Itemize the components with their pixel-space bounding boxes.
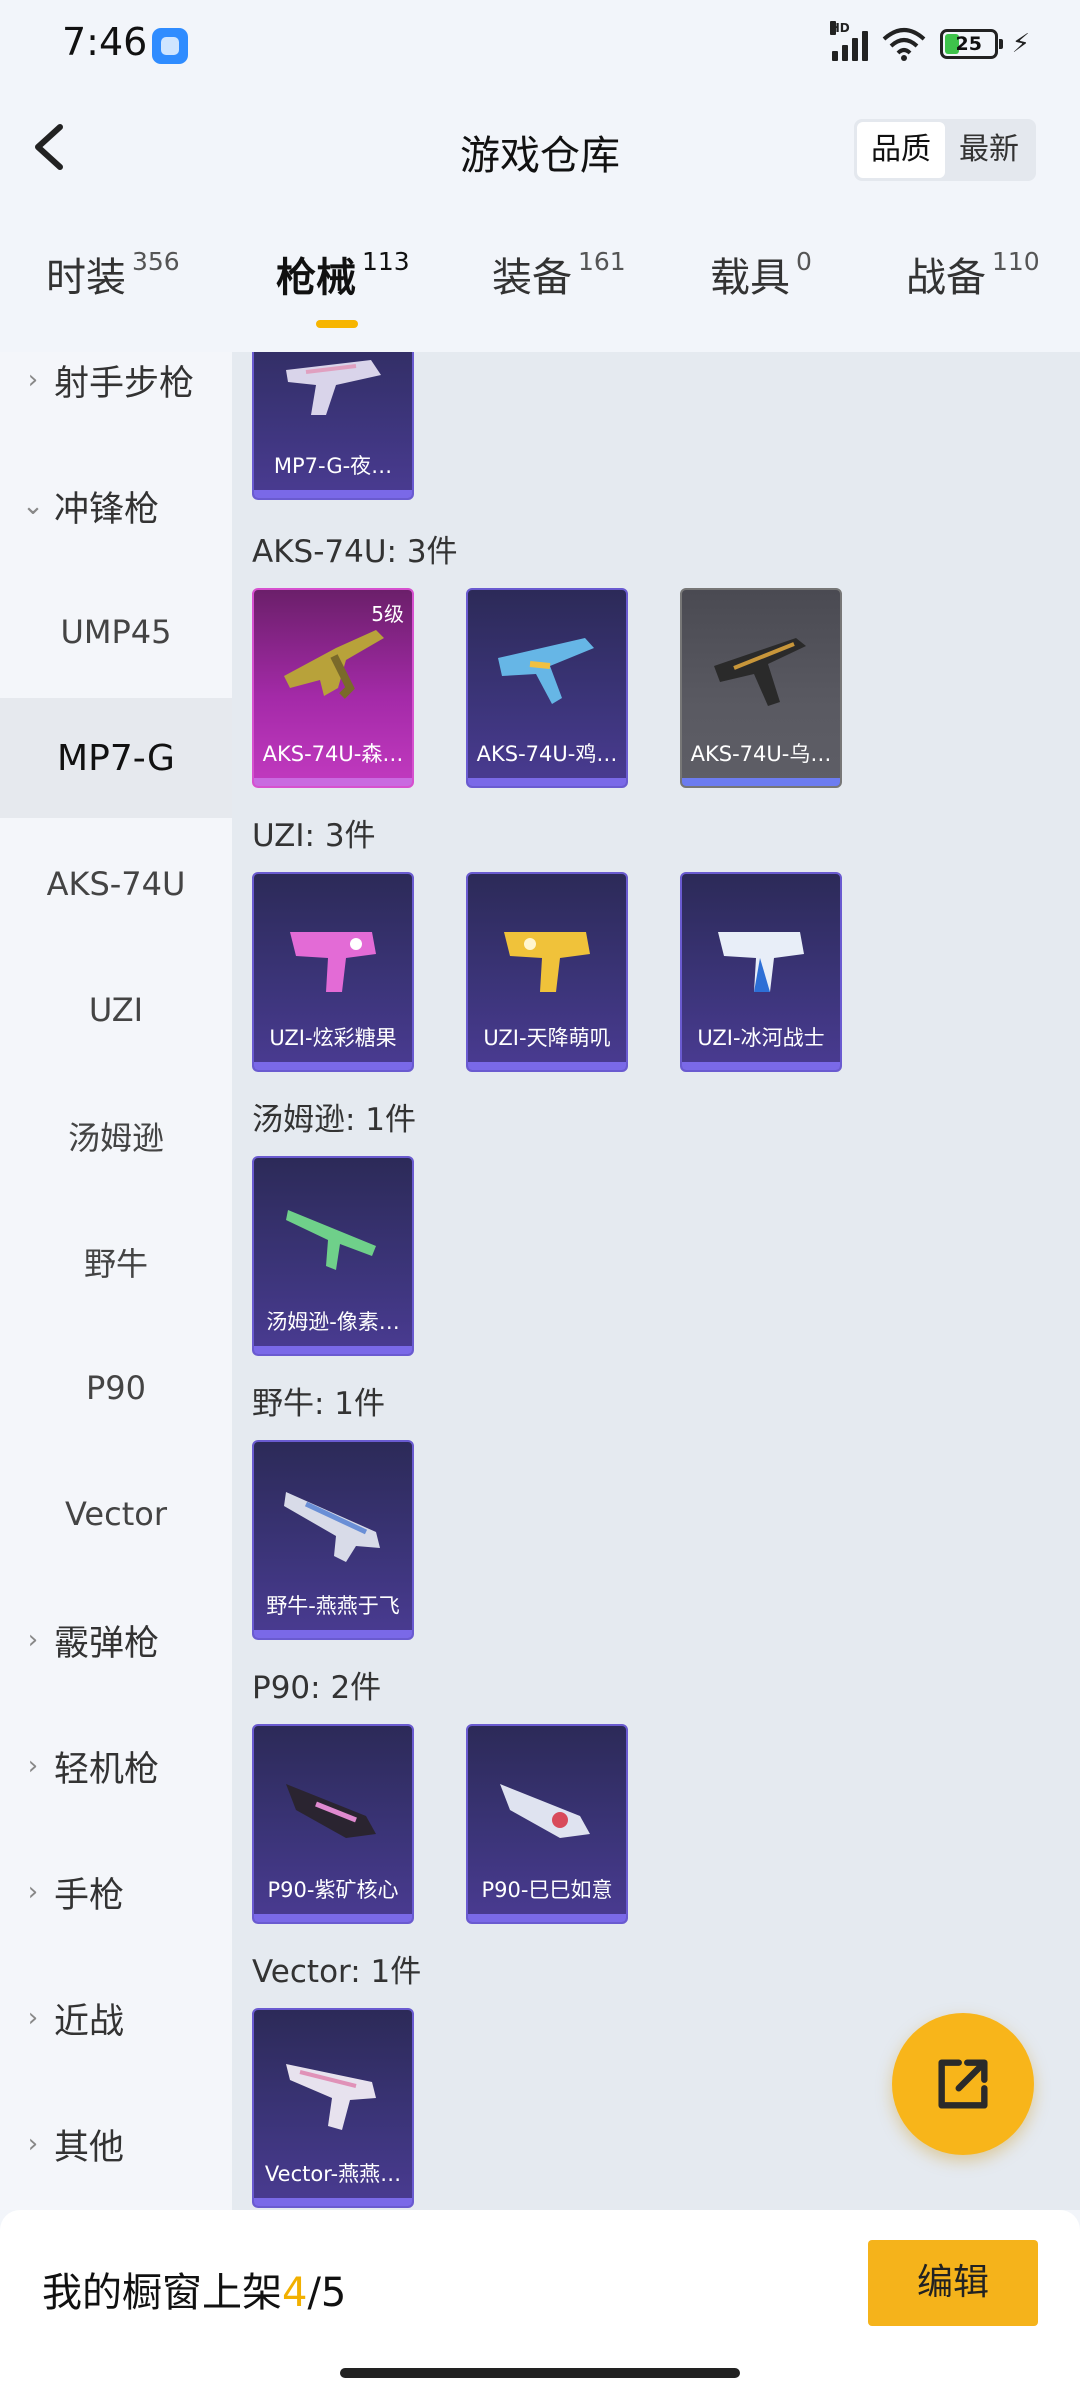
tab-vehicles[interactable]: 载具 0 (710, 245, 812, 335)
sidebar-item-aks74u[interactable]: AKS-74U (0, 824, 232, 944)
sidebar: › 射手步枪 ⌄ 冲锋枪 UMP45 MP7-G AKS-74U UZI 汤姆逊 野… (0, 352, 232, 2210)
item-card[interactable]: P90-巳巳如意 (466, 1724, 628, 1924)
item-card[interactable]: Vector-燕燕… (252, 2008, 414, 2208)
item-name: 汤姆逊-像素… (266, 1310, 400, 1334)
chevron-right-icon: › (27, 1877, 39, 1907)
item-name: 野牛-燕燕于飞 (266, 1594, 400, 1618)
item-name: Vector-燕燕… (264, 2162, 402, 2186)
sort-toggle: 品质 最新 (854, 119, 1036, 181)
group-title: Vector: 1件 (252, 1954, 422, 1990)
item-card[interactable]: 汤姆逊-像素… (252, 1156, 414, 1356)
gun-skin-icon (500, 1784, 590, 1838)
sidebar-item-p90[interactable]: P90 (0, 1328, 232, 1448)
showcase-bar: 我的橱窗上架 4 /5 编辑 (0, 2210, 1080, 2400)
tab-outfits[interactable]: 时装 356 (46, 245, 180, 335)
edit-button[interactable]: 编辑 (868, 2240, 1038, 2326)
group-title: 野牛: 1件 (252, 1386, 386, 1422)
gun-skin-icon (498, 638, 594, 704)
group-title: 汤姆逊: 1件 (252, 1102, 417, 1138)
category-tabs: 时装 356 枪械 113 装备 161 载具 0 战备 110 (0, 245, 1080, 335)
sidebar-item-uzi[interactable]: UZI (0, 950, 232, 1070)
item-card[interactable]: AKS-74U-鸡… (466, 588, 628, 788)
battery-level: 25 (955, 33, 982, 55)
sidebar-item-pistols[interactable]: › 手枪 (0, 1832, 232, 1952)
item-name: MP7-G-夜… (273, 454, 393, 478)
item-card[interactable]: 野牛-燕燕于飞 (252, 1440, 414, 1640)
chevron-right-icon: › (27, 365, 39, 395)
sidebar-item-marksman-rifles[interactable]: › 射手步枪 (0, 352, 232, 440)
item-name: UZI-天降萌叽 (483, 1026, 611, 1050)
item-card[interactable]: UZI-天降萌叽 (466, 872, 628, 1072)
charging-icon: ⚡ (1011, 29, 1030, 59)
active-tab-indicator (316, 320, 358, 328)
sidebar-item-other[interactable]: › 其他 (0, 2084, 232, 2204)
gun-skin-icon (284, 630, 384, 699)
header: 游戏仓库 品质 最新 (0, 95, 1080, 205)
gun-skin-icon (504, 932, 590, 992)
gun-skin-icon (286, 1210, 376, 1270)
battery-icon: 25 (939, 29, 1003, 59)
showcase-summary: 我的橱窗上架 4 /5 (42, 2260, 346, 2318)
item-name: AKS-74U-森… (262, 742, 404, 766)
status-icons: HD 25 ⚡ (829, 21, 1030, 64)
item-grid: MP7-G-夜… AKS-74U: 3件 5级 AKS-74U-森… AKS-7… (232, 352, 1080, 2210)
sidebar-item-ump45[interactable]: UMP45 (0, 572, 232, 692)
gun-skin-icon (286, 360, 381, 415)
home-indicator[interactable] (340, 2368, 740, 2378)
gun-skin-icon (718, 932, 804, 992)
chevron-right-icon: › (27, 1625, 39, 1655)
status-time: 7:46 (62, 20, 148, 64)
sidebar-item-lmg[interactable]: › 轻机枪 (0, 1706, 232, 1826)
gun-skin-icon (284, 1492, 380, 1562)
gun-skin-icon (714, 638, 806, 706)
sidebar-item-vector[interactable]: Vector (0, 1454, 232, 1574)
item-name: AKS-74U-鸡… (476, 742, 618, 766)
sidebar-item-shotguns[interactable]: › 霰弹枪 (0, 1580, 232, 1700)
wifi-icon (882, 27, 926, 61)
sidebar-item-smg[interactable]: ⌄ 冲锋枪 (0, 446, 232, 566)
group-title: P90: 2件 (252, 1670, 382, 1706)
group-title: AKS-74U: 3件 (252, 534, 458, 570)
group-title: UZI: 3件 (252, 818, 376, 854)
sidebar-item-melee[interactable]: › 近战 (0, 1958, 232, 2078)
showcase-total-count: /5 (307, 2270, 347, 2316)
gun-skin-icon (286, 1784, 376, 1838)
sidebar-item-mp7g[interactable]: MP7-G (0, 698, 232, 818)
share-icon (938, 2059, 988, 2109)
item-name: UZI-冰河战士 (697, 1026, 825, 1050)
chevron-right-icon: › (27, 2003, 39, 2033)
sort-quality-button[interactable]: 品质 (857, 122, 945, 178)
item-card[interactable]: UZI-炫彩糖果 (252, 872, 414, 1072)
gun-skin-icon (286, 2064, 376, 2130)
item-name: UZI-炫彩糖果 (269, 1026, 397, 1050)
item-name: AKS-74U-乌… (690, 742, 832, 766)
showcase-current-count: 4 (282, 2270, 308, 2316)
sidebar-item-thompson[interactable]: 汤姆逊 (0, 1076, 232, 1196)
sort-newest-button[interactable]: 最新 (945, 122, 1033, 178)
item-card[interactable]: AKS-74U-乌… (680, 588, 842, 788)
gun-skin-icon (290, 932, 376, 992)
item-card[interactable]: P90-紫矿核心 (252, 1724, 414, 1924)
chevron-right-icon: › (27, 1751, 39, 1781)
showcase-label: 我的橱窗上架 (42, 2270, 282, 2316)
item-card[interactable]: 5级 AKS-74U-森… (252, 588, 414, 788)
app-notification-icon (152, 28, 188, 64)
status-bar: 7:46 HD 25 ⚡ (0, 0, 1080, 90)
chevron-right-icon: › (27, 2129, 39, 2159)
share-button[interactable] (892, 2013, 1034, 2155)
item-card[interactable]: MP7-G-夜… (252, 352, 414, 500)
item-card[interactable]: UZI-冰河战士 (680, 872, 842, 1072)
sidebar-item-bizon[interactable]: 野牛 (0, 1202, 232, 1322)
network-type: HD (829, 21, 850, 35)
item-name: P90-紫矿核心 (267, 1878, 399, 1902)
tab-equipment[interactable]: 装备 161 (492, 245, 626, 335)
item-name: P90-巳巳如意 (481, 1878, 613, 1902)
chevron-down-icon: ⌄ (22, 491, 44, 521)
tab-supplies[interactable]: 战备 110 (906, 245, 1040, 335)
signal-icon: HD (829, 21, 868, 61)
